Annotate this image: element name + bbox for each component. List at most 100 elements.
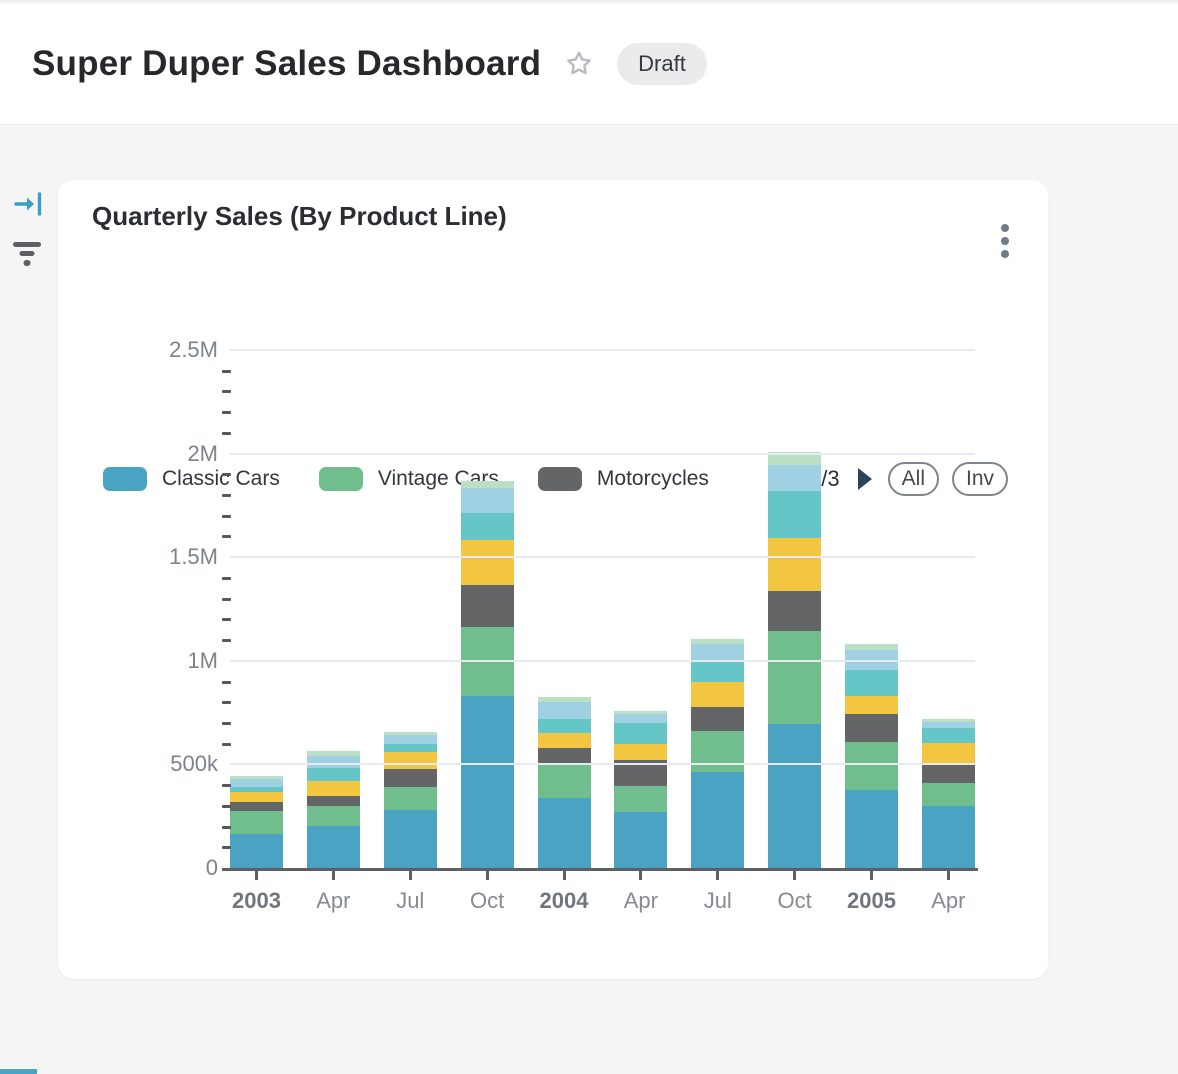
bar-segment[interactable] [538,733,591,748]
filter-icon [13,242,41,268]
bar-apr[interactable] [922,719,975,868]
bar-segment[interactable] [538,764,591,797]
bar-segment[interactable] [538,798,591,868]
bar-segment[interactable] [384,769,437,786]
bar-segment[interactable] [384,810,437,868]
bar-segment[interactable] [384,735,437,744]
bar-segment[interactable] [614,786,667,813]
bar-segment[interactable] [691,661,744,683]
y-axis-minor-tick [222,370,231,373]
x-axis-tick [793,871,796,880]
bar-segment[interactable] [461,585,514,627]
bar-segment[interactable] [922,763,975,783]
bar-segment[interactable] [845,714,898,742]
bar-segment[interactable] [768,631,821,724]
bar-segment[interactable] [614,723,667,744]
collapse-panel-button[interactable] [14,190,44,223]
bar-segment[interactable] [922,743,975,762]
bar-segment[interactable] [922,728,975,744]
x-axis-tick [870,871,873,880]
bar-oct[interactable] [461,481,514,868]
bar-segment[interactable] [922,783,975,806]
page-title: Super Duper Sales Dashboard [32,44,541,84]
x-axis-label: Oct [461,888,514,914]
bar-segment[interactable] [307,796,360,805]
x-axis-label: Jul [384,888,437,914]
x-axis-label: Apr [614,888,667,914]
bar-jul[interactable] [691,639,744,868]
y-axis-label: 1M [98,648,218,674]
bar-segment[interactable] [845,742,898,790]
bar-segment[interactable] [384,752,437,769]
bar-segment[interactable] [768,724,821,868]
bar-segment[interactable] [768,465,821,492]
bar-2003[interactable] [230,776,283,868]
bar-segment[interactable] [538,748,591,765]
bar-segment[interactable] [307,806,360,826]
bar-segment[interactable] [768,491,821,537]
bar-segment[interactable] [384,787,437,810]
bar-segment[interactable] [307,756,360,768]
y-axis-minor-tick [222,494,231,497]
y-axis-minor-tick [222,515,231,518]
bar-segment[interactable] [461,540,514,585]
bar-jul[interactable] [384,732,437,868]
chart-menu-button[interactable] [1001,224,1009,263]
chart-card: Quarterly Sales (By Product Line) Classi… [58,180,1048,979]
bar-apr[interactable] [307,751,360,868]
y-axis-minor-tick [222,701,231,704]
bar-segment[interactable] [845,670,898,696]
bar-segment[interactable] [691,644,744,661]
bar-segment[interactable] [230,834,283,868]
bar-segment[interactable] [845,790,898,868]
x-axis-tick [486,871,489,880]
y-axis-minor-tick [222,681,231,684]
bar-segment[interactable] [845,696,898,714]
bar-segment[interactable] [691,682,744,706]
y-axis-minor-tick [222,618,231,621]
bar-apr[interactable] [614,711,667,868]
x-axis-label: Jul [691,888,744,914]
bar-segment[interactable] [614,812,667,868]
bar-segment[interactable] [768,591,821,631]
filter-button[interactable] [13,242,41,268]
clipped-card-edge [0,1069,37,1074]
bar-2004[interactable] [538,697,591,868]
bar-segment[interactable] [768,538,821,592]
y-axis-label: 1.5M [98,544,218,570]
bar-segment[interactable] [307,826,360,868]
bar-segment[interactable] [230,792,283,802]
favorite-star-button[interactable] [563,48,595,80]
bar-segment[interactable] [461,696,514,868]
bar-segment[interactable] [461,481,514,488]
bar-segment[interactable] [230,811,283,834]
bar-segment[interactable] [538,702,591,720]
star-icon [563,48,595,80]
bar-segment[interactable] [691,707,744,732]
bar-segment[interactable] [307,768,360,781]
bar-segment[interactable] [614,714,667,723]
x-axis-tick [563,871,566,880]
bar-segment[interactable] [307,781,360,797]
x-axis-tick [947,871,950,880]
bar-segment[interactable] [230,802,283,811]
bar-segment[interactable] [230,779,283,788]
y-axis-minor-tick [222,805,231,808]
gridline [230,453,975,455]
x-axis-tick [639,871,642,880]
y-axis-minor-tick [222,411,231,414]
bar-segment[interactable] [461,513,514,540]
x-axis-tick [409,871,412,880]
bar-segment[interactable] [691,731,744,771]
x-axis-tick [255,871,258,880]
arrow-to-bar-icon [14,190,44,218]
bar-segment[interactable] [461,488,514,513]
bar-segment[interactable] [538,719,591,732]
bar-segment[interactable] [384,744,437,752]
bar-2005[interactable] [845,644,898,868]
x-axis-label: Apr [922,888,975,914]
bar-segment[interactable] [691,772,744,868]
gridline [230,556,975,558]
bar-segment[interactable] [614,744,667,760]
bar-segment[interactable] [922,806,975,868]
